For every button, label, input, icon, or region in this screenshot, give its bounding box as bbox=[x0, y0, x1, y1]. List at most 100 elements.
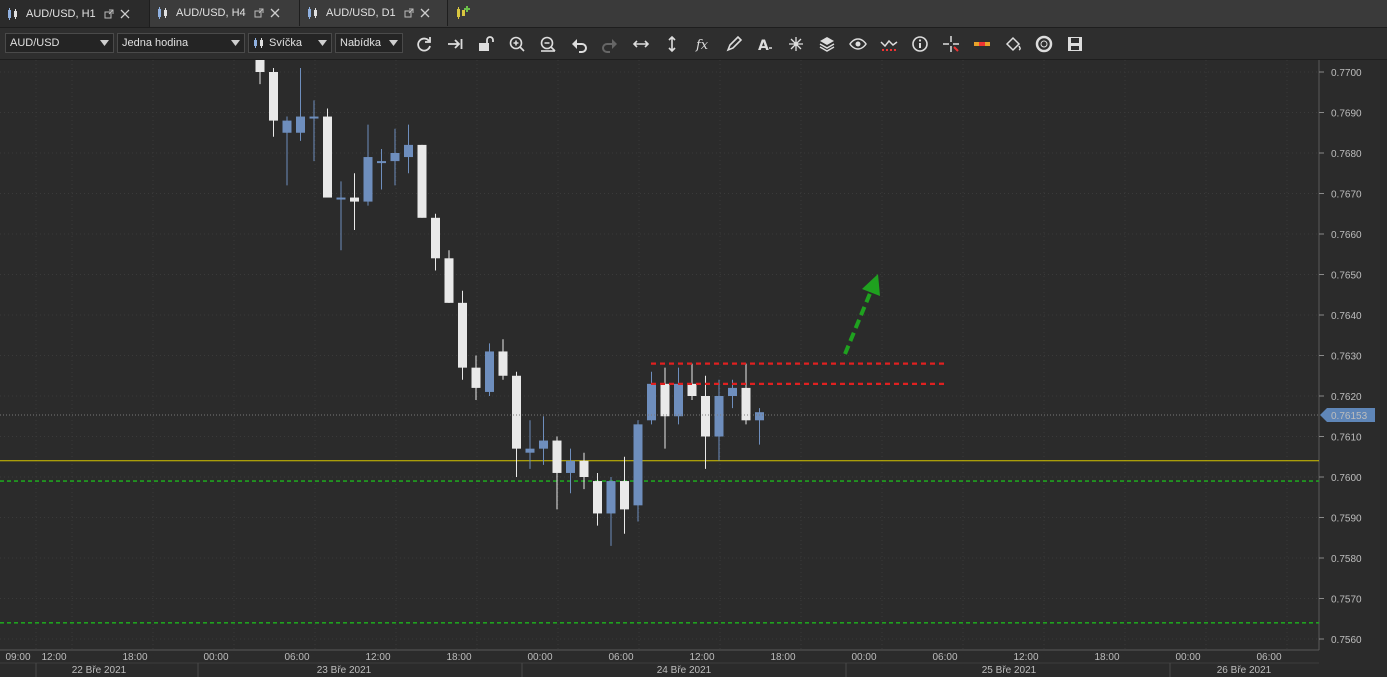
tab-label: AUD/USD, D1 bbox=[326, 7, 396, 19]
add-chart-icon[interactable] bbox=[454, 4, 472, 22]
horizontal-arrows-icon[interactable] bbox=[630, 33, 652, 55]
price-tick-label: 0.7590 bbox=[1331, 514, 1362, 525]
time-tick-label: 12:00 bbox=[689, 652, 714, 663]
candle-body bbox=[336, 197, 346, 200]
candle-body bbox=[431, 217, 440, 259]
date-label: 23 Bře 2021 bbox=[317, 665, 372, 676]
period-select[interactable]: Jedna hodina bbox=[117, 33, 245, 53]
candlestick-icon bbox=[156, 6, 170, 20]
candle-body bbox=[269, 72, 278, 121]
candle-body bbox=[674, 383, 683, 417]
plot-area[interactable] bbox=[0, 60, 1319, 677]
chevron-down-icon bbox=[318, 40, 327, 46]
save-icon[interactable] bbox=[1064, 33, 1086, 55]
lifebuoy-icon[interactable] bbox=[1033, 33, 1055, 55]
close-icon[interactable] bbox=[420, 8, 430, 18]
close-icon[interactable] bbox=[120, 9, 130, 19]
candle-body bbox=[633, 424, 643, 506]
text-icon[interactable]: A bbox=[754, 33, 776, 55]
price-side-select[interactable]: Nabídka bbox=[335, 33, 403, 53]
vertical-arrows-icon[interactable] bbox=[661, 33, 683, 55]
zoom-in-icon[interactable] bbox=[506, 33, 528, 55]
candle-body bbox=[714, 396, 724, 437]
candle-body bbox=[728, 387, 737, 396]
redo-icon[interactable] bbox=[599, 33, 621, 55]
candle-body bbox=[282, 120, 292, 133]
tab-label: AUD/USD, H1 bbox=[26, 7, 96, 20]
candle-body bbox=[323, 116, 332, 198]
info-icon[interactable] bbox=[909, 33, 931, 55]
crosshair-star-icon[interactable] bbox=[785, 33, 807, 55]
chart-toolbar: AUD/USD Jedna hodina Svíčka Nabídka fx A bbox=[0, 28, 1387, 60]
candle-body bbox=[296, 116, 305, 133]
price-tick-label: 0.7700 bbox=[1331, 68, 1362, 79]
ruler-icon[interactable] bbox=[971, 33, 993, 55]
price-tick-label: 0.7630 bbox=[1331, 352, 1362, 363]
current-price-label: 0.76153 bbox=[1331, 411, 1368, 422]
chevron-down-icon bbox=[231, 40, 240, 46]
undo-icon[interactable] bbox=[568, 33, 590, 55]
popout-icon[interactable] bbox=[104, 9, 114, 19]
price-tick-label: 0.7650 bbox=[1331, 271, 1362, 282]
price-tick-label: 0.7570 bbox=[1331, 595, 1362, 606]
popout-icon[interactable] bbox=[254, 8, 264, 18]
candle-body bbox=[404, 144, 413, 158]
candle bbox=[323, 108, 332, 198]
period-value: Jedna hodina bbox=[122, 37, 189, 49]
candle bbox=[417, 144, 427, 218]
time-tick-label: 18:00 bbox=[1094, 652, 1119, 663]
time-tick-label: 00:00 bbox=[527, 652, 552, 663]
candle-body bbox=[741, 387, 751, 421]
layers-icon[interactable] bbox=[816, 33, 838, 55]
candle-body bbox=[363, 157, 373, 202]
candle-body bbox=[255, 60, 265, 72]
candle-body bbox=[377, 161, 386, 164]
time-tick-label: 00:00 bbox=[851, 652, 876, 663]
chart-tab-bar: AUD/USD, H1 AUD/USD, H4 AUD/USD, D1 bbox=[0, 0, 1387, 28]
crosshair-icon[interactable] bbox=[940, 33, 962, 55]
time-tick-label: 12:00 bbox=[41, 652, 66, 663]
refresh-icon[interactable] bbox=[413, 33, 435, 55]
tab-audusd-h1[interactable]: AUD/USD, H1 bbox=[0, 0, 150, 27]
unlock-icon[interactable] bbox=[475, 33, 497, 55]
fx-icon[interactable]: fx bbox=[692, 33, 714, 55]
chart-type-value: Svíčka bbox=[269, 37, 303, 49]
eye-icon[interactable] bbox=[847, 33, 869, 55]
time-tick-label: 09:00 bbox=[5, 652, 30, 663]
price-tick-label: 0.7560 bbox=[1331, 635, 1362, 646]
time-tick-label: 12:00 bbox=[365, 652, 390, 663]
price-chart[interactable]: 0.7700 0.7690 0.7680 0.7670 0.7660 0.7650 0.76… bbox=[0, 60, 1387, 677]
chevron-down-icon bbox=[389, 40, 398, 46]
candle-body bbox=[512, 375, 521, 449]
candlestick-icon bbox=[306, 6, 320, 20]
fill-icon[interactable] bbox=[1002, 33, 1024, 55]
time-tick-label: 06:00 bbox=[1256, 652, 1281, 663]
pencil-icon[interactable] bbox=[723, 33, 745, 55]
candle-body bbox=[606, 481, 616, 514]
date-label: 25 Bře 2021 bbox=[982, 665, 1037, 676]
chart-type-select[interactable]: Svíčka bbox=[248, 33, 332, 53]
time-tick-label: 12:00 bbox=[1013, 652, 1038, 663]
close-icon[interactable] bbox=[270, 8, 280, 18]
candle-body bbox=[525, 448, 535, 453]
tab-audusd-h4[interactable]: AUD/USD, H4 bbox=[150, 0, 300, 26]
candle-body bbox=[350, 197, 359, 202]
tab-audusd-d1[interactable]: AUD/USD, D1 bbox=[300, 0, 448, 26]
popout-icon[interactable] bbox=[404, 8, 414, 18]
instrument-select[interactable]: AUD/USD bbox=[5, 33, 114, 53]
shift-right-icon[interactable] bbox=[444, 33, 466, 55]
candle-body bbox=[444, 258, 454, 303]
chevron-down-icon bbox=[100, 40, 109, 46]
candle-body bbox=[687, 383, 697, 396]
time-tick-label: 18:00 bbox=[122, 652, 147, 663]
price-tick-label: 0.7690 bbox=[1331, 109, 1362, 120]
candle-body bbox=[458, 302, 467, 368]
signal-icon[interactable] bbox=[878, 33, 900, 55]
price-tick-label: 0.7660 bbox=[1331, 230, 1362, 241]
time-tick-label: 06:00 bbox=[932, 652, 957, 663]
candle-body bbox=[390, 153, 400, 162]
zoom-out-icon[interactable] bbox=[537, 33, 559, 55]
time-tick-label: 06:00 bbox=[284, 652, 309, 663]
candlestick-icon bbox=[6, 7, 20, 21]
price-tick-label: 0.7620 bbox=[1331, 392, 1362, 403]
